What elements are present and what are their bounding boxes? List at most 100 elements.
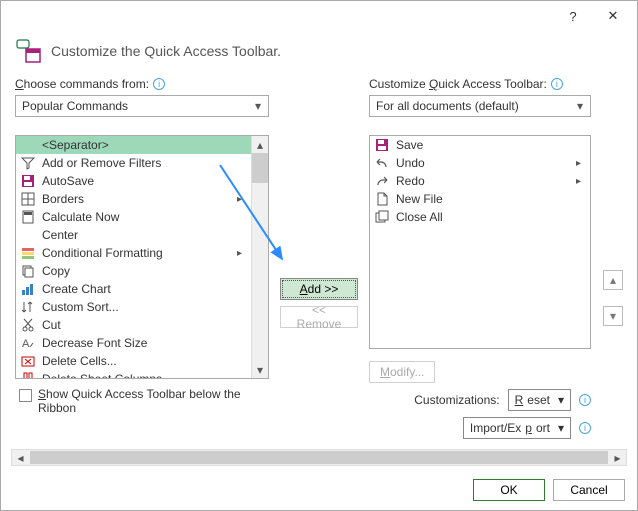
- scrollbar-horizontal[interactable]: ◂ ▸: [11, 449, 627, 466]
- list-item-label: Calculate Now: [42, 210, 247, 224]
- list-item-label: Delete Sheet Columns: [42, 372, 247, 378]
- blank-icon: [20, 227, 36, 243]
- qat-icon: [15, 37, 43, 65]
- header: Customize the Quick Access Toolbar.: [11, 31, 627, 69]
- submenu-chevron-icon: ▸: [237, 194, 247, 205]
- scrollbar-vertical[interactable]: ▴ ▾: [251, 136, 268, 378]
- list-item[interactable]: Copy: [16, 262, 251, 280]
- customizations-label: Customizations:: [414, 393, 499, 407]
- list-item-label: <Separator>: [42, 138, 247, 152]
- list-item[interactable]: Delete Cells...: [16, 352, 251, 370]
- delcols-icon: [20, 371, 36, 378]
- list-item-label: Save: [396, 138, 586, 152]
- redo-icon: [374, 173, 390, 189]
- checkbox-label: Show Quick Access Toolbar below the Ribb…: [38, 387, 251, 415]
- commands-listbox[interactable]: <Separator> Add or Remove Filters AutoSave…: [15, 135, 269, 379]
- scroll-thumb[interactable]: [30, 451, 608, 464]
- calc-icon: [20, 209, 36, 225]
- closeall-icon: [374, 209, 390, 225]
- newfile-icon: [374, 191, 390, 207]
- help-button[interactable]: ?: [553, 3, 593, 29]
- list-item-label: Undo: [396, 156, 570, 170]
- scroll-right-icon[interactable]: ▸: [609, 450, 626, 465]
- list-item[interactable]: Add or Remove Filters: [16, 154, 251, 172]
- import-export-button[interactable]: Import/Export▾: [463, 417, 571, 439]
- footer: OK Cancel: [1, 470, 637, 510]
- list-item[interactable]: New File: [370, 190, 590, 208]
- choose-commands-label: Choose commands from: i: [15, 77, 269, 91]
- submenu-chevron-icon: ▸: [576, 176, 586, 187]
- close-button[interactable]: ✕: [593, 3, 633, 29]
- list-item[interactable]: Save: [370, 136, 590, 154]
- list-item[interactable]: Cut: [16, 316, 251, 334]
- list-item[interactable]: Custom Sort...: [16, 298, 251, 316]
- titlebar: ? ✕: [1, 1, 637, 31]
- chevron-down-icon: ▾: [572, 98, 588, 114]
- choose-commands-combo[interactable]: Popular Commands ▾: [15, 95, 269, 117]
- qat-listbox[interactable]: Save Undo ▸ Redo ▸ New File Close All: [369, 135, 591, 349]
- list-item[interactable]: <Separator>: [16, 136, 251, 154]
- sort-icon: [20, 299, 36, 315]
- cond-icon: [20, 245, 36, 261]
- info-icon[interactable]: i: [579, 422, 591, 434]
- list-item-label: Custom Sort...: [42, 300, 247, 314]
- save-icon: [374, 137, 390, 153]
- customize-qat-label: Customize Quick Access Toolbar: i: [369, 77, 591, 91]
- info-icon[interactable]: i: [579, 394, 591, 406]
- checkbox-box[interactable]: [19, 389, 32, 402]
- cancel-button[interactable]: Cancel: [553, 479, 625, 501]
- list-item-label: Borders: [42, 192, 231, 206]
- scroll-down-icon[interactable]: ▾: [252, 361, 268, 378]
- filter-icon: [20, 155, 36, 171]
- list-item-label: Delete Cells...: [42, 354, 247, 368]
- ok-button[interactable]: OK: [473, 479, 545, 501]
- move-down-button[interactable]: ▾: [603, 306, 623, 326]
- customize-qat-combo[interactable]: For all documents (default) ▾: [369, 95, 591, 117]
- list-item-label: Decrease Font Size: [42, 336, 247, 350]
- list-item-label: Close All: [396, 210, 586, 224]
- modify-button: Modify...: [369, 361, 435, 383]
- delcells-icon: [20, 353, 36, 369]
- info-icon[interactable]: i: [153, 78, 165, 90]
- list-item[interactable]: Close All: [370, 208, 590, 226]
- list-item[interactable]: Create Chart: [16, 280, 251, 298]
- chevron-down-icon: ▾: [250, 98, 266, 114]
- add-button[interactable]: Add >>: [280, 278, 358, 300]
- list-item[interactable]: AutoSave: [16, 172, 251, 190]
- scroll-left-icon[interactable]: ◂: [12, 450, 29, 465]
- list-item[interactable]: Calculate Now: [16, 208, 251, 226]
- list-item-label: AutoSave: [42, 174, 247, 188]
- save-icon: [20, 173, 36, 189]
- info-icon[interactable]: i: [551, 78, 563, 90]
- header-title: Customize the Quick Access Toolbar.: [51, 43, 281, 59]
- scroll-thumb[interactable]: [252, 153, 268, 183]
- chart-icon: [20, 281, 36, 297]
- list-item-label: New File: [396, 192, 586, 206]
- list-item-label: Copy: [42, 264, 247, 278]
- list-item[interactable]: Undo ▸: [370, 154, 590, 172]
- reset-button[interactable]: Reset▾: [508, 389, 571, 411]
- remove-button: << Remove: [280, 306, 358, 328]
- borders-icon: [20, 191, 36, 207]
- list-item-label: Add or Remove Filters: [42, 156, 247, 170]
- font-icon: A: [20, 335, 36, 351]
- dialog: ? ✕ Customize the Quick Access Toolbar. …: [0, 0, 638, 511]
- list-item-label: Redo: [396, 174, 570, 188]
- cut-icon: [20, 317, 36, 333]
- list-item-label: Conditional Formatting: [42, 246, 231, 260]
- list-item-label: Create Chart: [42, 282, 247, 296]
- show-below-ribbon-checkbox[interactable]: Show Quick Access Toolbar below the Ribb…: [15, 379, 255, 423]
- list-item[interactable]: A Decrease Font Size: [16, 334, 251, 352]
- list-item[interactable]: Redo ▸: [370, 172, 590, 190]
- blank-icon: [20, 137, 36, 153]
- list-item[interactable]: Delete Sheet Columns: [16, 370, 251, 378]
- move-up-button[interactable]: ▴: [603, 270, 623, 290]
- list-item[interactable]: Center: [16, 226, 251, 244]
- list-item-label: Cut: [42, 318, 247, 332]
- list-item[interactable]: Conditional Formatting ▸: [16, 244, 251, 262]
- list-item-label: Center: [42, 228, 247, 242]
- list-item[interactable]: Borders ▸: [16, 190, 251, 208]
- scroll-up-icon[interactable]: ▴: [252, 136, 268, 153]
- submenu-chevron-icon: ▸: [576, 158, 586, 169]
- submenu-chevron-icon: ▸: [237, 248, 247, 259]
